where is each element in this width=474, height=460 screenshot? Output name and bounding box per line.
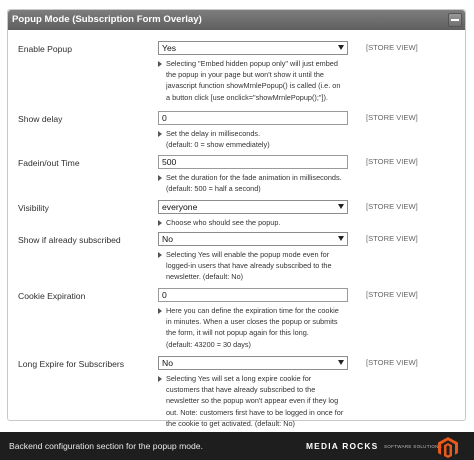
show-delay-input[interactable]: 0 <box>158 111 348 125</box>
long-expire-label: Long Expire for Subscribers <box>18 359 125 369</box>
note-arrow-icon <box>158 308 162 314</box>
scope-label: [STORE VIEW] <box>366 43 418 52</box>
fadein-out-value: 500 <box>162 157 177 167</box>
long-expire-select[interactable]: No <box>158 356 348 370</box>
visibility-value: everyone <box>162 202 198 212</box>
footer-caption: Backend configuration section for the po… <box>9 441 203 451</box>
note-arrow-icon <box>158 220 162 226</box>
visibility-select[interactable]: everyone <box>158 200 348 214</box>
enable-popup-select[interactable]: Yes <box>158 41 348 55</box>
dropdown-arrow-icon <box>338 45 344 50</box>
enable-popup-note: Selecting "Embed hidden popup only" will… <box>158 58 366 103</box>
config-section: Popup Mode (Subscription Form Overlay) E… <box>7 9 466 428</box>
long-expire-value: No <box>162 358 173 368</box>
long-expire-note: Selecting Yes will set a long expire coo… <box>158 373 366 429</box>
fadein-out-note: Set the duration for the fade animation … <box>158 172 366 194</box>
section-header[interactable]: Popup Mode (Subscription Form Overlay) <box>8 10 465 30</box>
brand-name: MEDIA ROCKS <box>306 441 379 451</box>
note-arrow-icon <box>158 131 162 137</box>
show-delay-label: Show delay <box>18 114 63 124</box>
already-subscribed-note: Selecting Yes will enable the popup mode… <box>158 249 366 283</box>
scope-label: [STORE VIEW] <box>366 157 418 166</box>
show-delay-value: 0 <box>162 113 167 123</box>
already-subscribed-select[interactable]: No <box>158 232 348 246</box>
cookie-expiration-input[interactable]: 0 <box>158 288 348 302</box>
enable-popup-label: Enable Popup <box>18 44 72 54</box>
footer-bar: Backend configuration section for the po… <box>0 432 474 460</box>
scope-label: [STORE VIEW] <box>366 358 418 367</box>
cookie-expiration-note: Here you can define the expiration time … <box>158 305 366 350</box>
note-arrow-icon <box>158 376 162 382</box>
cookie-expiration-value: 0 <box>162 290 167 300</box>
note-arrow-icon <box>158 252 162 258</box>
fadein-out-label: Fadein/out Time <box>18 158 80 168</box>
enable-popup-value: Yes <box>162 43 177 53</box>
already-subscribed-value: No <box>162 234 173 244</box>
section-title: Popup Mode (Subscription Form Overlay) <box>12 14 202 25</box>
cookie-expiration-label: Cookie Expiration <box>18 291 86 301</box>
fadein-out-input[interactable]: 500 <box>158 155 348 169</box>
scope-label: [STORE VIEW] <box>366 113 418 122</box>
collapse-icon[interactable] <box>448 13 462 27</box>
scope-label: [STORE VIEW] <box>366 202 418 211</box>
dropdown-arrow-icon <box>338 204 344 209</box>
scope-label: [STORE VIEW] <box>366 290 418 299</box>
dropdown-arrow-icon <box>338 236 344 241</box>
dropdown-arrow-icon <box>338 360 344 365</box>
already-subscribed-label: Show if already subscribed <box>18 235 121 245</box>
note-arrow-icon <box>158 61 162 67</box>
visibility-label: Visibility <box>18 203 49 213</box>
magento-logo-icon <box>438 437 458 458</box>
brand-tagline: SOFTWARE SOLUTIONS <box>384 444 442 449</box>
scope-label: [STORE VIEW] <box>366 234 418 243</box>
note-arrow-icon <box>158 175 162 181</box>
show-delay-note: Set the delay in milliseconds. (default:… <box>158 128 366 150</box>
visibility-note: Choose who should see the popup. <box>158 217 366 228</box>
